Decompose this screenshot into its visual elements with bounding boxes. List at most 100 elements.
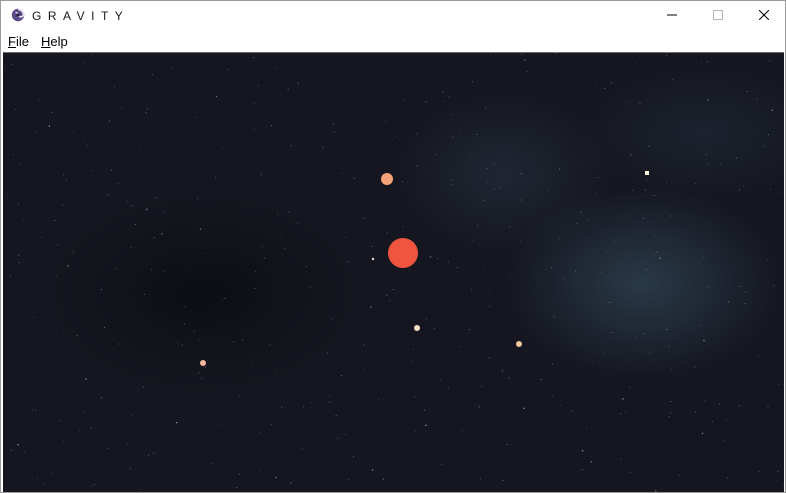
background-star <box>131 205 133 206</box>
minimize-button[interactable] <box>649 1 695 31</box>
background-star <box>668 346 670 347</box>
background-star <box>681 410 683 412</box>
background-star <box>552 395 553 397</box>
background-star <box>9 275 11 277</box>
menu-file[interactable]: File <box>8 34 29 49</box>
background-star <box>580 211 582 213</box>
background-star <box>129 468 131 470</box>
background-star <box>653 195 655 196</box>
small-planet[interactable] <box>516 341 522 347</box>
background-star <box>494 164 496 165</box>
background-star <box>85 378 87 380</box>
background-star <box>444 100 446 102</box>
background-star <box>261 246 263 247</box>
background-star <box>599 294 601 296</box>
background-star <box>471 289 473 291</box>
background-star <box>475 404 476 406</box>
background-star <box>353 456 354 458</box>
background-star <box>452 180 453 181</box>
simulation-canvas[interactable] <box>3 52 784 492</box>
star-body[interactable] <box>388 238 418 268</box>
background-star <box>35 131 37 133</box>
moonlet[interactable] <box>371 257 375 261</box>
background-star <box>67 265 69 267</box>
background-star <box>197 198 199 200</box>
background-star <box>452 136 454 138</box>
background-star <box>23 220 25 222</box>
background-star <box>83 412 85 414</box>
background-star <box>392 289 394 290</box>
background-star <box>751 259 753 261</box>
window-title: GRAVITY <box>32 9 130 23</box>
background-star <box>632 189 634 191</box>
orange-planet[interactable] <box>381 173 393 185</box>
background-star <box>425 101 427 102</box>
background-star <box>372 223 374 225</box>
background-star <box>648 146 650 147</box>
background-star <box>450 183 452 185</box>
maximize-icon <box>713 7 723 25</box>
background-star <box>510 273 512 275</box>
close-button[interactable] <box>741 1 786 31</box>
background-star <box>644 195 646 197</box>
background-star <box>493 188 495 190</box>
background-star <box>769 60 771 62</box>
background-star <box>15 109 17 110</box>
background-star <box>666 329 668 330</box>
background-star <box>275 476 277 479</box>
background-star <box>436 441 438 443</box>
background-star <box>353 178 355 179</box>
background-star <box>172 389 174 391</box>
background-star <box>622 398 624 400</box>
background-star <box>609 302 611 303</box>
background-star <box>236 487 238 488</box>
background-star <box>148 454 149 456</box>
background-star <box>701 61 702 63</box>
background-star <box>434 328 435 329</box>
background-star <box>50 473 52 475</box>
background-star <box>415 430 417 432</box>
background-star <box>134 224 136 225</box>
background-star <box>138 358 140 360</box>
title-bar[interactable]: GRAVITY <box>1 1 785 31</box>
small-planet[interactable] <box>200 360 206 366</box>
background-star <box>18 203 19 205</box>
background-star <box>781 192 782 194</box>
background-star <box>707 163 709 165</box>
background-star <box>744 303 746 304</box>
background-star <box>548 465 550 467</box>
background-star <box>555 77 557 79</box>
background-star <box>92 54 93 56</box>
background-star <box>301 447 303 449</box>
background-star <box>341 375 342 377</box>
background-star <box>385 120 386 122</box>
background-star <box>363 369 365 370</box>
maximize-button[interactable] <box>695 1 741 31</box>
background-star <box>666 181 667 183</box>
background-star <box>239 473 240 475</box>
background-star <box>603 353 604 354</box>
background-star <box>368 62 370 64</box>
background-star <box>694 411 696 413</box>
background-star <box>777 470 779 473</box>
background-star <box>343 348 345 350</box>
small-planet[interactable] <box>645 171 649 175</box>
background-star <box>654 234 656 236</box>
background-star <box>204 429 206 430</box>
background-star <box>176 422 178 424</box>
background-star <box>374 168 375 170</box>
background-star <box>739 286 741 287</box>
background-star <box>479 478 481 480</box>
background-star <box>756 98 758 100</box>
background-star <box>227 69 229 70</box>
background-star <box>524 59 526 61</box>
background-star <box>483 200 485 202</box>
background-star <box>53 191 54 193</box>
background-star <box>107 447 109 449</box>
menu-help[interactable]: Help <box>41 34 68 49</box>
background-star <box>153 237 155 238</box>
background-star <box>646 269 648 270</box>
small-planet[interactable] <box>414 325 420 331</box>
background-star <box>764 145 766 147</box>
background-star <box>581 162 583 164</box>
